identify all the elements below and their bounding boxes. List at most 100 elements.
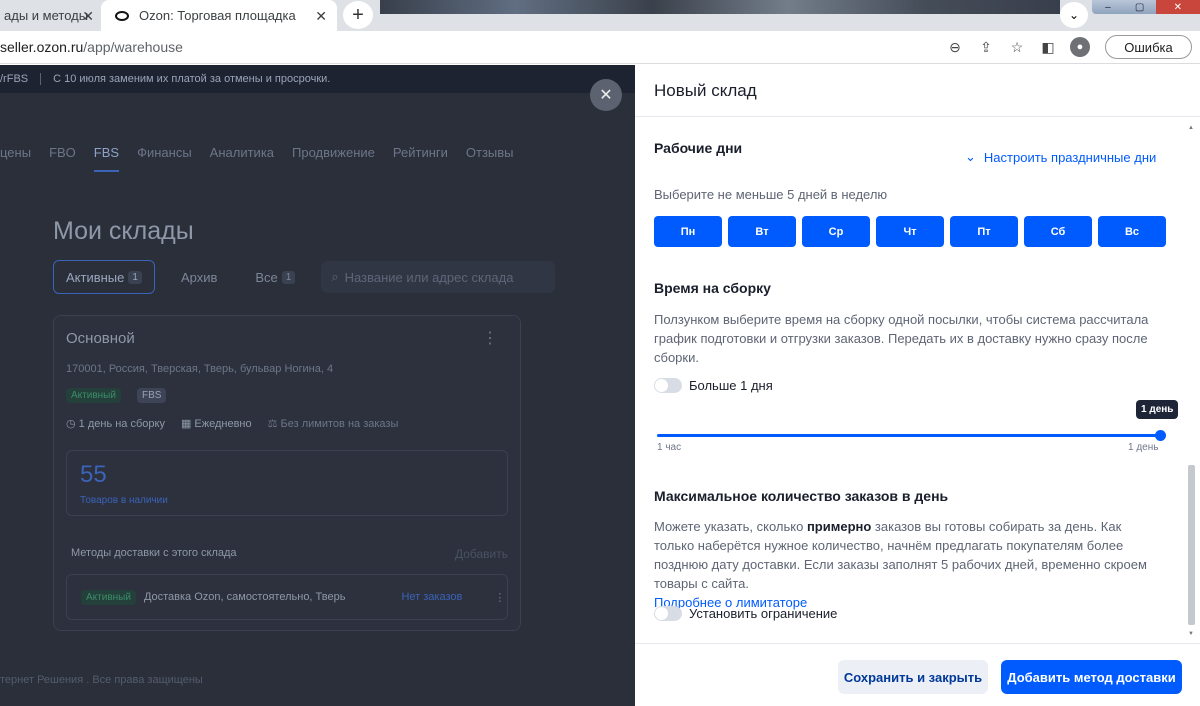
- nav-item-active[interactable]: FBS: [93, 145, 120, 172]
- info-banner: /rFBS С 10 июля заменим их платой за отм…: [0, 65, 635, 93]
- toggle-label: Установить ограничение: [689, 606, 838, 621]
- chevron-down-icon: ⌄: [965, 149, 976, 164]
- count-badge: 1: [128, 270, 142, 284]
- day-button-tue[interactable]: Вт: [728, 216, 796, 247]
- count-badge: 1: [281, 270, 296, 284]
- holidays-link[interactable]: ⌄ Настроить праздничные дни: [965, 149, 1156, 165]
- day-button-wed[interactable]: Ср: [802, 216, 870, 247]
- close-tab-icon[interactable]: ✕: [315, 8, 327, 25]
- nav-item[interactable]: Рейтинги: [393, 145, 448, 172]
- stock-count: 55: [80, 461, 107, 488]
- delivery-method-name: Доставка Ozon, самостоятельно, Тверь: [143, 591, 346, 603]
- slider-handle[interactable]: [1155, 430, 1166, 441]
- delivery-methods-title: Методы доставки с этого склада: [71, 547, 237, 559]
- bookmark-star-icon[interactable]: ☆: [1008, 38, 1026, 56]
- add-delivery-link[interactable]: Добавить: [455, 547, 508, 561]
- close-panel-button[interactable]: ✕: [590, 79, 622, 111]
- day-button-fri[interactable]: Пт: [950, 216, 1018, 247]
- tab-search-button[interactable]: ⌄: [1060, 2, 1088, 28]
- clock-icon: ◷: [66, 418, 79, 430]
- url-field[interactable]: seller.ozon.ru/app/warehouse: [0, 39, 183, 55]
- minimize-icon[interactable]: –: [1092, 0, 1124, 14]
- filter-tab-active[interactable]: Активные 1: [53, 260, 155, 294]
- hint-bold: примерно: [806, 519, 872, 534]
- share-icon[interactable]: ⇪: [977, 38, 995, 56]
- panel-title: Новый склад: [635, 65, 1200, 117]
- error-button[interactable]: Ошибка: [1105, 35, 1192, 59]
- holidays-link-text: Настроить праздничные дни: [983, 149, 1157, 165]
- scroll-down-icon[interactable]: ▼: [1188, 631, 1194, 637]
- profile-avatar-icon[interactable]: ●: [1070, 37, 1090, 57]
- warehouse-card[interactable]: Основной ⋮ 170001, Россия, Тверская, Тве…: [53, 315, 521, 631]
- stock-label: Товаров в наличии: [80, 495, 168, 506]
- set-limit-toggle[interactable]: Установить ограничение: [654, 606, 837, 621]
- warehouse-search-input[interactable]: ⌕ Название или адрес склада: [321, 261, 556, 293]
- url-path: /app/warehouse: [83, 39, 183, 55]
- save-close-button[interactable]: Сохранить и закрыть: [838, 660, 988, 694]
- assembly-text: 1 день на сборку: [78, 418, 165, 430]
- address-bar: seller.ozon.ru/app/warehouse ⊖ ⇪ ☆ ◧ ● О…: [0, 31, 1200, 64]
- warehouse-address: 170001, Россия, Тверская, Тверь, бульвар…: [66, 363, 334, 375]
- assembly-time-slider[interactable]: [657, 434, 1162, 437]
- filter-tab-all[interactable]: Все 1: [243, 260, 307, 294]
- ozon-favicon-icon: [115, 10, 129, 21]
- day-button-mon[interactable]: Пн: [654, 216, 722, 247]
- url-host: seller.ozon.ru: [0, 39, 84, 55]
- more-menu-icon[interactable]: ⋮: [494, 591, 505, 604]
- search-icon: ⌕: [331, 269, 339, 284]
- weekday-selector: Пн Вт Ср Чт Пт Сб Вс: [654, 216, 1166, 247]
- new-warehouse-panel: Новый склад Рабочие дни ⌄ Настроить празд…: [635, 65, 1200, 706]
- toggle-switch[interactable]: [654, 378, 682, 393]
- limits: ⚖ Без лимитов на заказы: [268, 417, 399, 430]
- nav-item[interactable]: Финансы: [137, 145, 192, 172]
- nav-item[interactable]: FBO: [49, 145, 76, 172]
- scroll-thumb[interactable]: [1188, 465, 1195, 625]
- assembly-title: Время на сборку: [654, 280, 771, 296]
- orders-link[interactable]: Нет заказов: [401, 591, 462, 603]
- day-button-thu[interactable]: Чт: [876, 216, 944, 247]
- window-controls: – ▢ ✕: [1092, 0, 1200, 14]
- more-than-day-toggle[interactable]: Больше 1 дня: [654, 378, 773, 393]
- filter-label: Все: [255, 269, 278, 285]
- assembly-time: ◷ 1 день на сборку: [66, 417, 165, 430]
- status-badge: Активный: [66, 388, 121, 403]
- panel-scrollbar[interactable]: ▲ ▼: [1188, 125, 1195, 637]
- filter-tab-archive[interactable]: Архив: [169, 260, 229, 294]
- search-placeholder: Название или адрес склада: [344, 269, 514, 285]
- nav-item[interactable]: Аналитика: [210, 145, 274, 172]
- browser-tab-1[interactable]: ады и методы ✕: [0, 0, 100, 31]
- max-orders-hint: Можете указать, сколько примерно заказов…: [654, 517, 1154, 612]
- close-window-icon[interactable]: ✕: [1155, 0, 1200, 14]
- toggle-label: Больше 1 дня: [689, 378, 773, 393]
- workdays-hint: Выберите не меньше 5 дней в неделю: [654, 187, 888, 202]
- nav-item[interactable]: цены: [0, 145, 31, 172]
- scroll-up-icon[interactable]: ▲: [1188, 125, 1194, 131]
- stock-box[interactable]: 55 Товаров в наличии: [66, 450, 508, 516]
- schedule-text: Ежедневно: [194, 418, 252, 430]
- add-delivery-method-button[interactable]: Добавить метод доставки: [1001, 660, 1182, 694]
- close-tab-icon[interactable]: ✕: [82, 8, 94, 25]
- browser-tabstrip: ады и методы ✕ Ozon: Торговая площадка ✕…: [0, 0, 1200, 31]
- nav-item[interactable]: Отзывы: [466, 145, 514, 172]
- maximize-icon[interactable]: ▢: [1124, 0, 1156, 14]
- background-page: /rFBS С 10 июля заменим их платой за отм…: [0, 65, 635, 706]
- toggle-switch[interactable]: [654, 606, 682, 621]
- banner-left: /rFBS: [0, 73, 29, 85]
- side-panel-icon[interactable]: ◧: [1039, 38, 1057, 56]
- new-tab-button[interactable]: +: [343, 1, 373, 29]
- schedule: ▦ Ежедневно: [181, 417, 252, 430]
- close-icon: ✕: [599, 87, 613, 104]
- nav-item[interactable]: Продвижение: [292, 145, 375, 172]
- day-button-sat[interactable]: Сб: [1024, 216, 1092, 247]
- warehouse-meta: ◷ 1 день на сборку ▦ Ежедневно ⚖ Без лим…: [66, 417, 398, 430]
- more-menu-icon[interactable]: ⋮: [482, 328, 498, 348]
- delivery-method-row[interactable]: Активный Доставка Ozon, самостоятельно, …: [66, 574, 508, 620]
- browser-tab-2[interactable]: Ozon: Торговая площадка ✕: [101, 0, 337, 31]
- workdays-title: Рабочие дни: [654, 140, 743, 156]
- calendar-icon: ▦: [180, 418, 195, 430]
- limits-text: Без лимитов на заказы: [280, 418, 399, 430]
- day-button-sun[interactable]: Вс: [1098, 216, 1166, 247]
- desktop-background: [380, 0, 1060, 14]
- warehouse-name: Основной: [66, 330, 135, 347]
- zoom-icon[interactable]: ⊖: [946, 38, 964, 56]
